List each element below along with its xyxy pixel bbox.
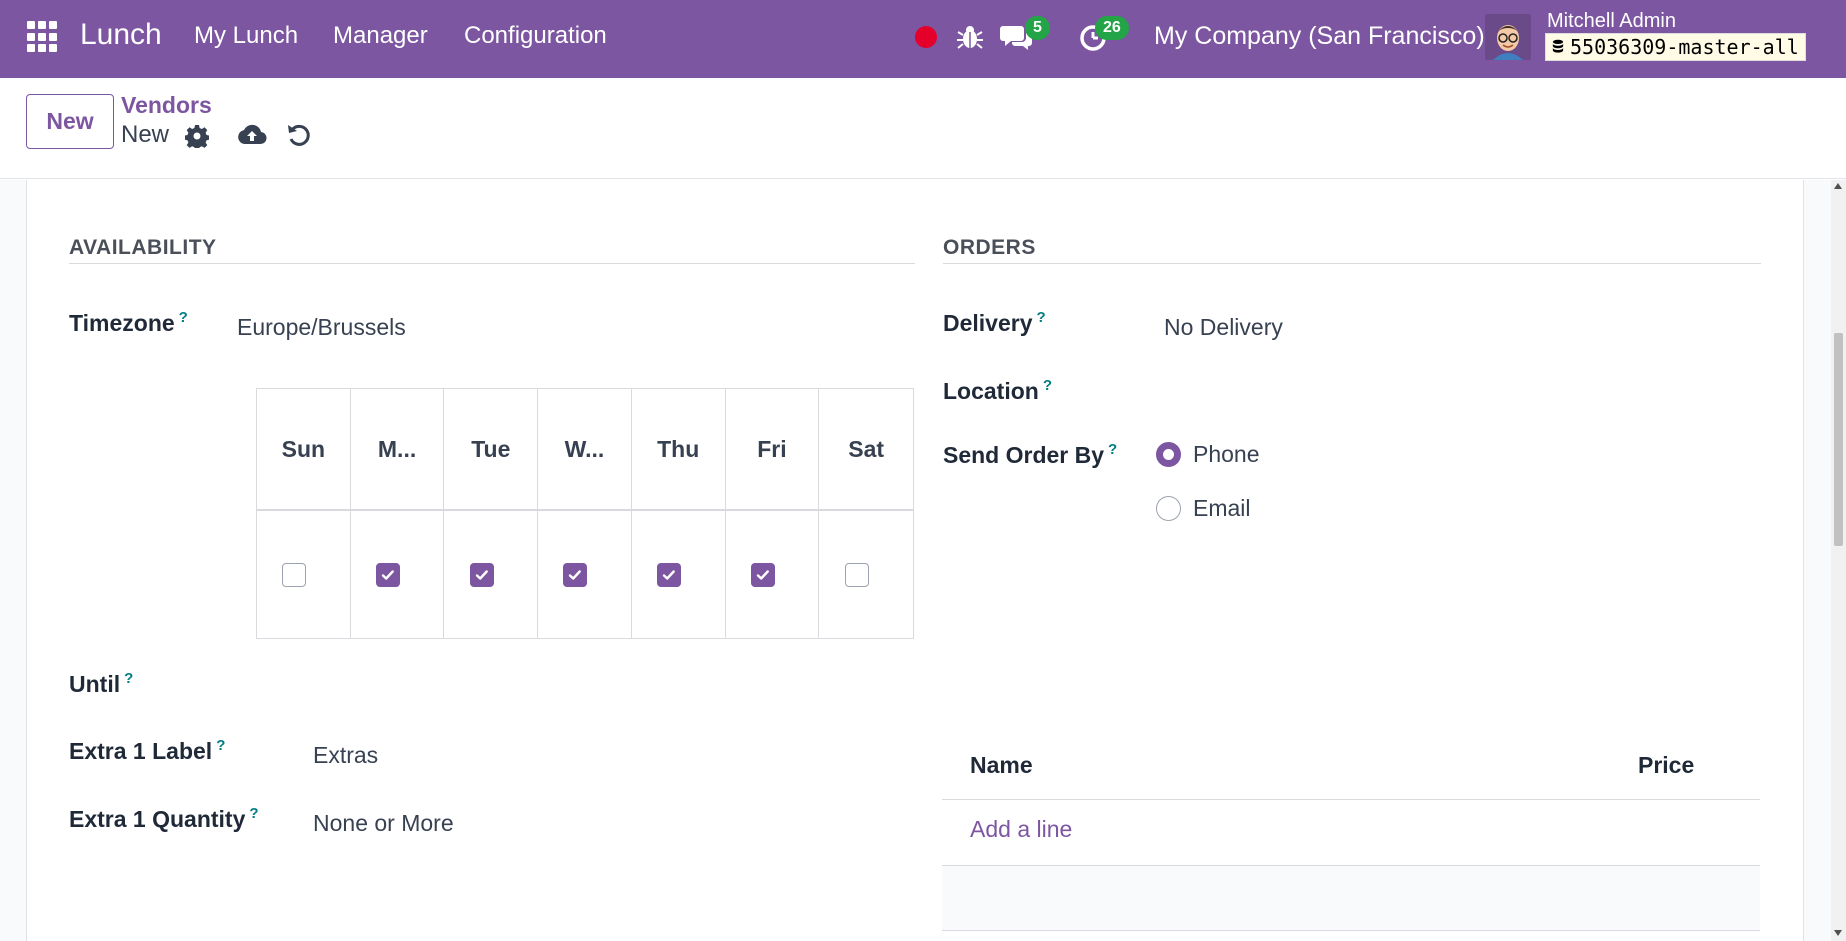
radio-phone-label: Phone	[1193, 441, 1260, 467]
form-content-area: AVAILABILITY Timezone? Europe/Brussels S…	[0, 180, 1846, 941]
day-header-thu: Thu	[631, 389, 726, 511]
menu-manager[interactable]: Manager	[333, 22, 428, 50]
scrollbar-track[interactable]	[1831, 180, 1846, 941]
extras-table-header: Name Price	[942, 738, 1760, 800]
checkbox-fri[interactable]	[750, 563, 775, 587]
form-sheet: AVAILABILITY Timezone? Europe/Brussels S…	[26, 180, 1804, 941]
checkbox-tue[interactable]	[469, 563, 494, 587]
extra1-quantity-help-icon[interactable]: ?	[249, 805, 258, 822]
menu-my-lunch[interactable]: My Lunch	[194, 22, 298, 50]
day-header-tue: Tue	[444, 389, 539, 511]
control-panel: New Vendors New	[0, 78, 1846, 179]
extra1-quantity-field[interactable]: None or More	[313, 810, 454, 837]
database-name: 55036309-master-all	[1570, 35, 1799, 59]
orders-divider	[943, 263, 1761, 264]
app-grid-icon[interactable]	[27, 21, 59, 53]
availability-divider	[69, 263, 915, 264]
gear-icon[interactable]	[185, 124, 209, 148]
day-header-mon: M...	[350, 389, 445, 511]
debug-bug-icon[interactable]	[955, 22, 985, 52]
company-switcher[interactable]: My Company (San Francisco)	[1154, 22, 1485, 51]
checkbox-thu[interactable]	[657, 563, 682, 587]
extra1-label-field[interactable]: Extras	[313, 742, 378, 769]
checkmark-icon	[475, 570, 488, 580]
extra1-label-label: Extra 1 Label?	[69, 737, 226, 764]
column-price-header[interactable]: Price	[1638, 752, 1694, 779]
timezone-label: Timezone?	[69, 309, 188, 336]
top-navbar: Lunch My Lunch Manager Configuration 5 2…	[0, 0, 1846, 78]
messages-count-badge: 5	[1025, 16, 1050, 40]
timezone-field[interactable]: Europe/Brussels	[237, 314, 406, 341]
breadcrumb-current: New	[121, 121, 170, 148]
day-header-wed: W...	[538, 389, 632, 511]
delivery-field[interactable]: No Delivery	[1164, 314, 1283, 341]
until-label: Until?	[69, 670, 134, 697]
activities-count-badge: 26	[1095, 16, 1129, 40]
scrollbar-thumb[interactable]	[1834, 333, 1843, 546]
radio-phone[interactable]	[1156, 442, 1181, 467]
day-header-sat: Sat	[819, 389, 913, 511]
checkbox-sat[interactable]	[845, 563, 870, 587]
day-header-fri: Fri	[725, 389, 820, 511]
column-name-header[interactable]: Name	[970, 752, 1033, 779]
scroll-down-arrow-icon[interactable]	[1834, 930, 1842, 936]
radio-email-label: Email	[1193, 495, 1251, 521]
delivery-help-icon[interactable]: ?	[1037, 309, 1046, 326]
until-help-icon[interactable]: ?	[124, 670, 133, 687]
app-name[interactable]: Lunch	[80, 18, 162, 52]
database-badge: 55036309-master-all	[1545, 33, 1806, 61]
orders-section-title: ORDERS	[943, 236, 1036, 259]
delivery-label: Delivery?	[943, 309, 1046, 336]
checkmark-icon	[569, 570, 582, 580]
checkmark-icon	[381, 570, 394, 580]
table-row-divider	[942, 930, 1760, 931]
user-name[interactable]: Mitchell Admin	[1547, 10, 1676, 33]
location-help-icon[interactable]: ?	[1043, 377, 1052, 394]
send-order-by-help-icon[interactable]: ?	[1108, 441, 1117, 458]
checkmark-icon	[663, 570, 676, 580]
add-a-line-link[interactable]: Add a line	[970, 816, 1072, 843]
new-button[interactable]: New	[26, 94, 114, 149]
weekday-availability-table: Sun M... Tue W... Thu Fri Sat	[256, 388, 914, 639]
discard-undo-icon[interactable]	[286, 122, 312, 148]
availability-section-title: AVAILABILITY	[69, 236, 217, 259]
extra1-quantity-label: Extra 1 Quantity?	[69, 805, 259, 832]
checkmark-icon	[756, 570, 769, 580]
empty-table-row	[942, 866, 1760, 930]
breadcrumb-vendors[interactable]: Vendors	[121, 92, 212, 119]
day-header-sun: Sun	[257, 389, 351, 511]
send-order-option-email[interactable]: Email	[1156, 495, 1251, 522]
timezone-help-icon[interactable]: ?	[179, 309, 188, 326]
checkbox-wed[interactable]	[563, 563, 588, 587]
scroll-up-arrow-icon[interactable]	[1834, 183, 1842, 189]
save-cloud-upload-icon[interactable]	[237, 122, 267, 148]
record-indicator-icon[interactable]	[915, 26, 937, 48]
send-order-option-phone[interactable]: Phone	[1156, 441, 1260, 468]
radio-email[interactable]	[1156, 496, 1181, 521]
location-label: Location?	[943, 377, 1053, 404]
checkbox-mon[interactable]	[376, 563, 401, 587]
user-avatar[interactable]	[1485, 14, 1531, 60]
extra1-label-help-icon[interactable]: ?	[216, 737, 225, 754]
checkbox-sun[interactable]	[282, 563, 307, 587]
send-order-by-label: Send Order By?	[943, 441, 1118, 468]
menu-configuration[interactable]: Configuration	[464, 22, 607, 50]
database-icon	[1552, 39, 1564, 53]
